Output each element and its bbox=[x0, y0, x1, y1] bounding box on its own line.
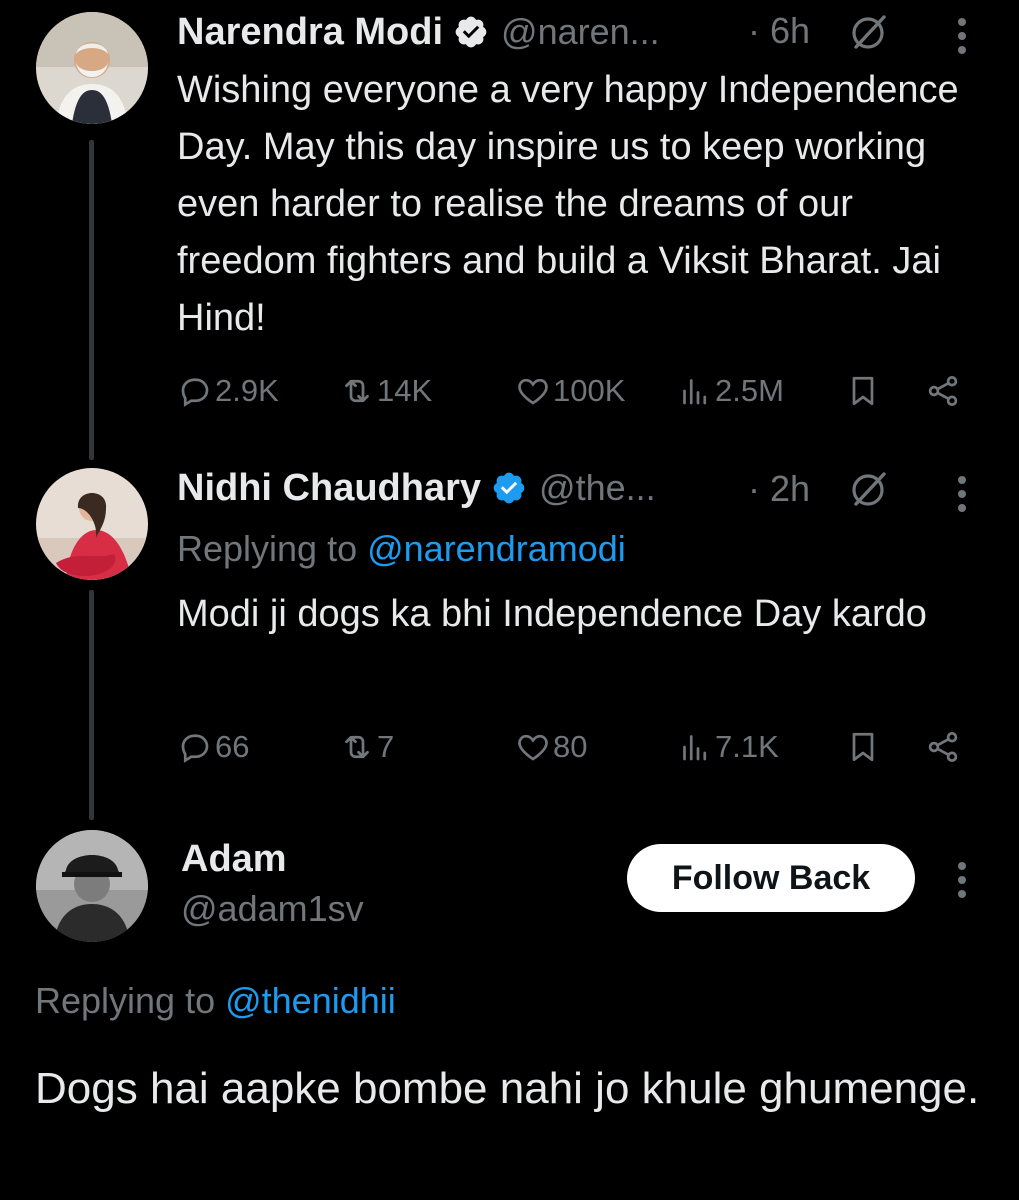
bookmark-icon bbox=[852, 376, 874, 406]
reply-icon bbox=[181, 378, 209, 407]
heart-icon bbox=[518, 734, 548, 761]
tweet-text: Dogs hai aapke bombe nahi jo khule ghume… bbox=[35, 1064, 980, 1113]
repost-count: 14K bbox=[377, 373, 433, 408]
views-button[interactable]: 2.5M bbox=[677, 366, 784, 416]
tweet-text: Wishing everyone a very happy Independen… bbox=[177, 69, 959, 339]
display-name[interactable]: Narendra Modi bbox=[177, 11, 443, 54]
mention-link[interactable]: @narendramodi bbox=[367, 528, 626, 569]
like-count: 80 bbox=[553, 729, 588, 764]
reply-icon bbox=[181, 734, 209, 763]
repost-icon bbox=[345, 735, 369, 759]
tweet-actions: 66 7 80 7.1K bbox=[177, 722, 977, 772]
handle[interactable]: @naren... bbox=[501, 11, 660, 53]
grok-icon[interactable] bbox=[848, 470, 888, 510]
reply-button[interactable]: 2.9K bbox=[177, 366, 279, 416]
follow-back-button[interactable]: Follow Back bbox=[627, 844, 915, 912]
avatar[interactable] bbox=[36, 830, 148, 942]
display-name[interactable]: Nidhi Chaudhary bbox=[177, 467, 481, 510]
tweet-text: Modi ji dogs ka bhi Independence Day kar… bbox=[177, 593, 927, 635]
replying-to-label: Replying to bbox=[35, 980, 226, 1021]
replying-to: Replying to @narendramodi bbox=[177, 528, 626, 570]
repost-button[interactable]: 7 bbox=[339, 722, 394, 772]
more-options-icon[interactable] bbox=[956, 12, 968, 60]
share-button[interactable] bbox=[925, 366, 963, 416]
share-icon bbox=[928, 376, 958, 406]
avatar[interactable] bbox=[36, 468, 148, 580]
grok-icon[interactable] bbox=[848, 13, 888, 53]
share-button[interactable] bbox=[925, 722, 963, 772]
thread-line bbox=[89, 140, 94, 460]
tweet-actions: 2.9K 14K 100K 2.5M bbox=[177, 366, 977, 416]
repost-count: 7 bbox=[377, 729, 395, 764]
avatar[interactable] bbox=[36, 12, 148, 124]
bookmark-button[interactable] bbox=[845, 366, 883, 416]
like-button[interactable]: 100K bbox=[515, 366, 625, 416]
mention-link[interactable]: @thenidhii bbox=[225, 980, 396, 1021]
more-options-icon[interactable] bbox=[956, 856, 968, 904]
reply-count: 2.9K bbox=[215, 373, 279, 408]
handle[interactable]: @the... bbox=[539, 467, 656, 509]
repost-icon bbox=[345, 379, 369, 403]
tweet-header: Nidhi Chaudhary @the... bbox=[177, 458, 656, 518]
timestamp[interactable]: · 6h bbox=[748, 10, 810, 52]
heart-icon bbox=[518, 378, 548, 405]
verified-badge-icon bbox=[493, 472, 525, 504]
repost-button[interactable]: 14K bbox=[339, 366, 432, 416]
reply-count: 66 bbox=[215, 729, 250, 764]
display-name[interactable]: Adam bbox=[181, 838, 287, 881]
tweet-header: Narendra Modi @naren... bbox=[177, 2, 660, 62]
views-icon bbox=[683, 379, 707, 405]
view-count: 7.1K bbox=[715, 729, 779, 764]
verified-badge-icon bbox=[455, 16, 487, 48]
views-button[interactable]: 7.1K bbox=[677, 722, 779, 772]
like-button[interactable]: 80 bbox=[515, 722, 587, 772]
bookmark-icon bbox=[852, 732, 874, 762]
replying-to: Replying to @thenidhii bbox=[35, 980, 396, 1022]
thread-line bbox=[89, 590, 94, 820]
view-count: 2.5M bbox=[715, 373, 784, 408]
reply-button[interactable]: 66 bbox=[177, 722, 249, 772]
share-icon bbox=[928, 732, 958, 762]
bookmark-button[interactable] bbox=[845, 722, 883, 772]
like-count: 100K bbox=[553, 373, 626, 408]
replying-to-label: Replying to bbox=[177, 528, 368, 569]
handle[interactable]: @adam1sv bbox=[181, 888, 364, 930]
timestamp[interactable]: · 2h bbox=[748, 468, 810, 510]
more-options-icon[interactable] bbox=[956, 470, 968, 518]
views-icon bbox=[683, 735, 707, 761]
